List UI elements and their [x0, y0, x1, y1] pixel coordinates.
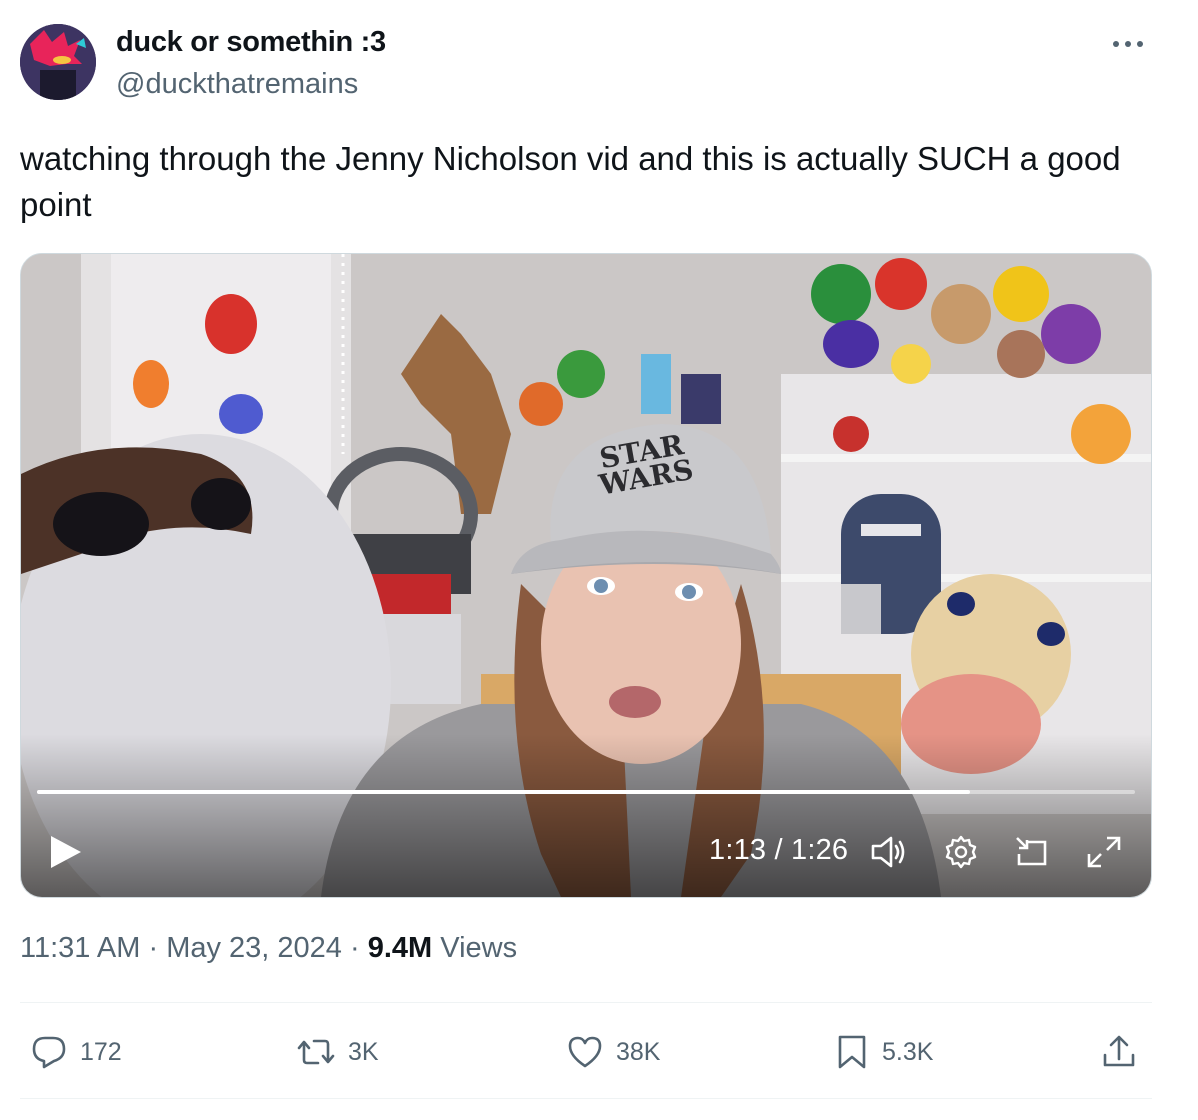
- repost-count: 3K: [348, 1037, 379, 1066]
- divider-bottom: [20, 1098, 1152, 1099]
- reply-icon: [32, 1036, 66, 1069]
- repost-icon: [297, 1039, 335, 1065]
- views-label: Views: [440, 932, 518, 964]
- reply-button[interactable]: 172: [30, 1032, 122, 1072]
- pip-button[interactable]: [1013, 834, 1051, 875]
- play-icon: [51, 836, 81, 868]
- tweet-meta: 11:31 AM · May 23, 2024 · 9.4M Views: [20, 932, 517, 965]
- tweet-time[interactable]: 11:31 AM: [20, 932, 140, 964]
- volume-icon: [871, 836, 905, 868]
- avatar[interactable]: [20, 24, 96, 100]
- repost-button[interactable]: 3K: [296, 1032, 379, 1072]
- bookmark-count: 5.3K: [882, 1037, 934, 1066]
- divider-top: [20, 1002, 1152, 1003]
- avatar-image: [20, 24, 96, 100]
- like-icon: [568, 1036, 602, 1068]
- volume-button[interactable]: [869, 834, 909, 875]
- fullscreen-button[interactable]: [1085, 834, 1123, 875]
- video-timecode: 1:13 / 1:26: [709, 834, 849, 866]
- meta-separator-2: ·: [349, 932, 360, 964]
- video-frame: [21, 254, 1151, 897]
- video-progress-fill: [37, 790, 971, 794]
- play-button[interactable]: [49, 834, 83, 875]
- settings-button[interactable]: [943, 834, 979, 875]
- share-button[interactable]: [1100, 1032, 1138, 1072]
- more-icon: [1113, 41, 1143, 47]
- tweet-date[interactable]: May 23, 2024: [166, 932, 342, 964]
- like-count: 38K: [616, 1037, 661, 1066]
- bookmark-icon: [838, 1035, 866, 1069]
- more-button[interactable]: [1108, 28, 1148, 58]
- reply-count: 172: [80, 1037, 122, 1066]
- tweet-text: watching through the Jenny Nicholson vid…: [20, 140, 1121, 223]
- like-button[interactable]: 38K: [566, 1032, 660, 1072]
- settings-icon: [945, 835, 977, 869]
- share-icon: [1103, 1035, 1135, 1067]
- bookmark-button[interactable]: 5.3K: [834, 1032, 933, 1072]
- display-name[interactable]: duck or somethin :3: [116, 26, 386, 59]
- video-player[interactable]: STAR WARS 1:13 / 1:26: [20, 253, 1152, 898]
- video-progress-bar[interactable]: [37, 790, 1135, 794]
- views-count: 9.4M: [367, 932, 433, 964]
- pip-icon: [1016, 837, 1047, 866]
- fullscreen-icon: [1087, 836, 1121, 868]
- user-handle[interactable]: @duckthatremains: [116, 68, 358, 101]
- meta-separator: ·: [148, 932, 159, 964]
